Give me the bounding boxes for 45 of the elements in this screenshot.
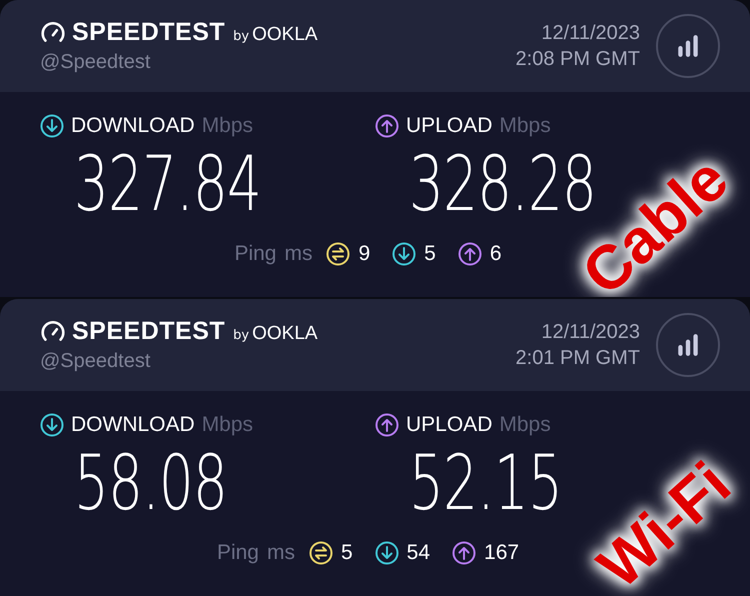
ping-value: 5 (340, 541, 353, 565)
handle-text: @Speedtest (40, 350, 152, 373)
unit-label: Mbps (202, 413, 254, 437)
unit-label: Mbps (202, 114, 254, 138)
unit-label: Mbps (499, 413, 551, 437)
brand-byline: by (233, 29, 250, 44)
ping-icon (326, 242, 350, 266)
speed-value: 58.08 (74, 445, 228, 521)
ping-value: 167 (484, 541, 520, 565)
upload-icon (375, 114, 399, 138)
speed-value: 327.84 (74, 146, 262, 222)
results-button[interactable] (656, 313, 720, 377)
metric-label: UPLOAD (406, 114, 492, 138)
time-text: 2:08 PM GMT (516, 47, 640, 72)
metric-label: DOWNLOAD (71, 114, 195, 138)
upload-icon (452, 541, 476, 565)
brand-logo: SPEEDTEST (72, 18, 226, 47)
ping-value: 9 (358, 242, 370, 266)
handle-text: @Speedtest (40, 51, 152, 74)
unit-label: ms (266, 541, 295, 565)
speed-value: 52.15 (409, 445, 562, 521)
download-icon (40, 114, 64, 138)
unit-label: Mbps (499, 114, 551, 138)
upload-icon (375, 413, 399, 437)
download-icon (40, 413, 64, 437)
ping-label: Ping (234, 242, 276, 266)
company-logo: OOKLA (252, 24, 318, 46)
ping-value: 54 (406, 541, 430, 565)
brand-byline: by (233, 328, 250, 343)
results-button[interactable] (656, 14, 720, 78)
download-icon (374, 541, 399, 565)
download-icon (392, 242, 416, 266)
ping-value: 6 (490, 242, 502, 266)
ping-icon (308, 541, 333, 565)
ping-label: Ping (216, 541, 259, 565)
ping-value: 5 (424, 242, 436, 266)
upload-icon (458, 242, 482, 266)
unit-label: ms (284, 242, 312, 266)
date-text: 12/11/2023 (541, 320, 640, 345)
time-text: 2:01 PM GMT (516, 346, 640, 371)
brand-logo: SPEEDTEST (72, 317, 226, 346)
company-logo: OOKLA (252, 323, 318, 345)
date-text: 12/11/2023 (541, 21, 640, 46)
metric-label: DOWNLOAD (71, 413, 195, 437)
metric-label: UPLOAD (406, 413, 492, 437)
